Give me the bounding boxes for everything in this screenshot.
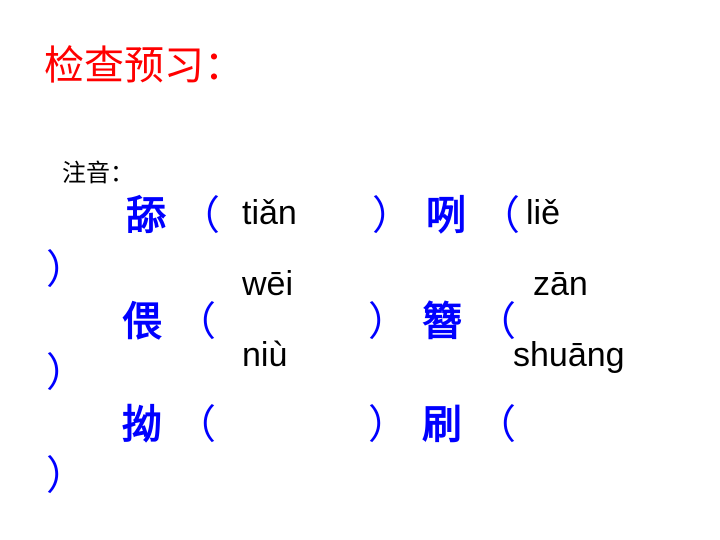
open-paren: （ [176,403,216,447]
pinyin-2: liě [526,194,561,232]
open-paren: （ [476,300,516,344]
pinyin-3: wēi [242,265,294,303]
open-paren: （ [476,403,516,447]
close-paren: ） [368,403,408,447]
open-paren: （ [176,300,216,344]
character-3: 偎 [122,300,162,344]
pinyin-5: niù [242,336,288,374]
close-paren: ） [372,194,412,238]
pinyin-4: zān [533,265,588,303]
character-2: 咧 [426,194,466,238]
character-1: 舔 [126,194,166,238]
open-paren: （ [180,194,220,238]
close-paren: ） [46,454,86,498]
close-paren: ） [46,248,86,292]
close-paren: ） [368,300,408,344]
character-6: 刷 [422,403,462,447]
slide-title: 检查预习： [44,44,244,88]
open-paren: （ [480,194,520,238]
character-5: 拗 [122,403,162,447]
character-4: 簪 [422,300,462,344]
pinyin-1: tiǎn [242,194,297,232]
section-label: 注音： [62,160,134,187]
pinyin-6: shuāng [513,336,625,374]
close-paren: ） [46,351,86,395]
